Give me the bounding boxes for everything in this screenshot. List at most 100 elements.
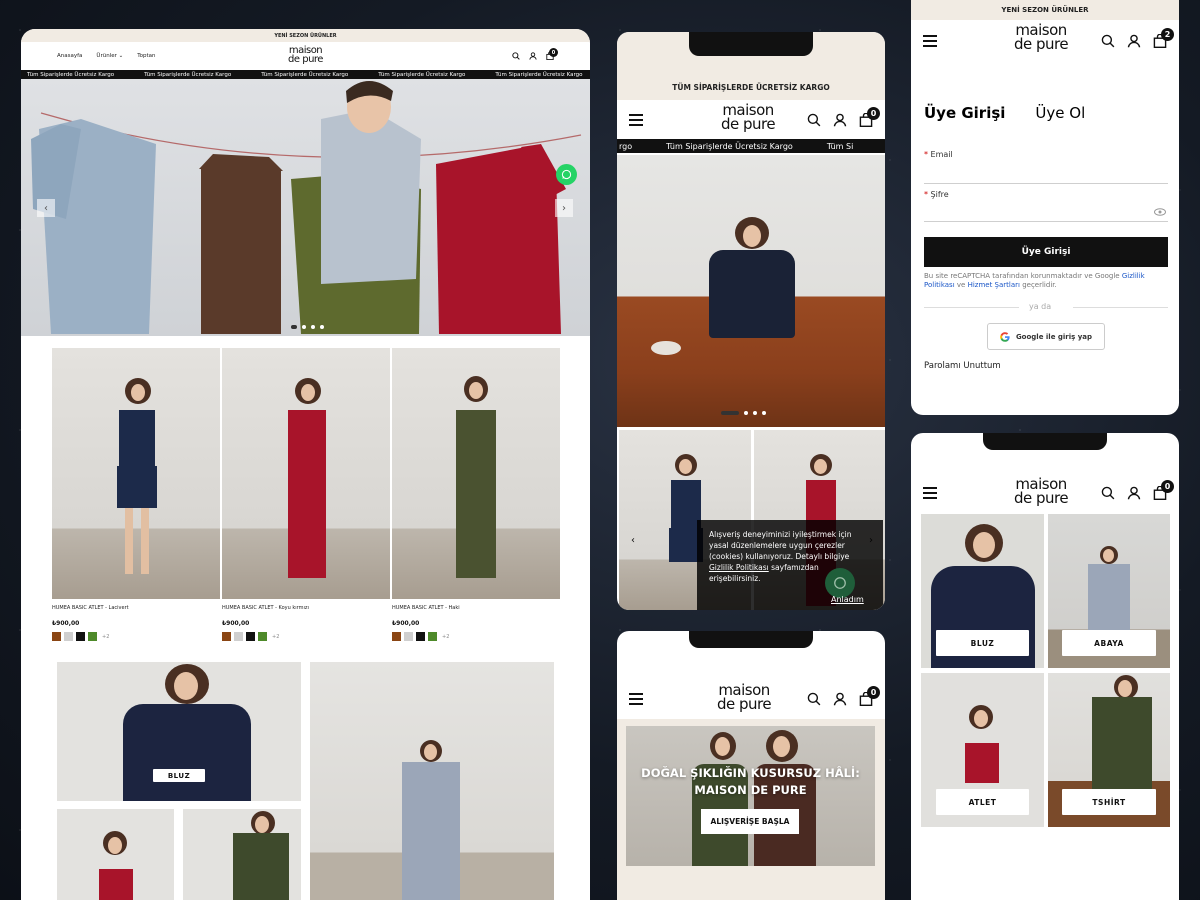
- email-field[interactable]: [924, 183, 1168, 184]
- phone-notch: [983, 433, 1107, 450]
- hamburger-icon[interactable]: [923, 487, 937, 499]
- slider-dot[interactable]: [291, 325, 297, 329]
- category-tile-tshirt[interactable]: TSHİRT: [1048, 673, 1170, 827]
- product-image[interactable]: [222, 348, 390, 599]
- model-top: [456, 410, 496, 476]
- marquee-text: Tüm Siparişlerde Ücretsiz Kargo: [27, 71, 115, 78]
- category-tile-atlet[interactable]: ATLET: [921, 673, 1044, 827]
- product-image[interactable]: [52, 348, 220, 599]
- product-name[interactable]: HUMEA BASIC ATLET - Koyu kırmızı: [222, 605, 309, 611]
- product-name[interactable]: HUMEA BASIC ATLET - Haki: [392, 605, 460, 611]
- hero-image[interactable]: [617, 155, 885, 427]
- slider-dot[interactable]: [721, 411, 739, 415]
- brand-logo[interactable]: maison de pure: [288, 46, 323, 65]
- swatch-black[interactable]: [246, 632, 255, 641]
- swatch-grey[interactable]: [234, 632, 243, 641]
- category-tile-abaya[interactable]: [310, 662, 554, 900]
- swatch-brown[interactable]: [52, 632, 61, 641]
- more-swatches-count: +2: [272, 633, 280, 640]
- search-icon[interactable]: [512, 52, 520, 60]
- marquee-text: Tüm Siparişlerde Ücretsiz Kargo: [144, 71, 232, 78]
- swatch-black[interactable]: [416, 632, 425, 641]
- category-tile-abaya[interactable]: ABAYA: [1048, 514, 1170, 668]
- swatch-green[interactable]: [258, 632, 267, 641]
- hero-slider[interactable]: ‹ ›: [21, 79, 590, 336]
- bag-icon[interactable]: 0: [1153, 480, 1174, 500]
- slider-prev-button[interactable]: ‹: [37, 199, 55, 217]
- menu-item-home[interactable]: Anasayfa: [57, 53, 82, 59]
- swatch-grey[interactable]: [64, 632, 73, 641]
- hamburger-icon[interactable]: [629, 693, 643, 705]
- hamburger-icon[interactable]: [923, 35, 937, 47]
- slider-dot[interactable]: [320, 325, 324, 329]
- search-icon[interactable]: [807, 692, 821, 706]
- password-field[interactable]: [924, 221, 1168, 222]
- whatsapp-button[interactable]: [556, 164, 577, 185]
- swatch-black[interactable]: [76, 632, 85, 641]
- logo-line-2: de pure: [721, 114, 776, 133]
- swatch-green[interactable]: [428, 632, 437, 641]
- main-menu: Anasayfa Ürünler ⌄ Toptan: [57, 53, 156, 59]
- bag-icon[interactable]: 0: [859, 686, 880, 706]
- model-top: [119, 410, 155, 470]
- shipping-marquee: rgo Tüm Siparişlerde Ücretsiz Kargo Tüm …: [617, 139, 885, 153]
- swatch-brown[interactable]: [222, 632, 231, 641]
- category-tile-atlet[interactable]: [57, 809, 174, 900]
- search-icon[interactable]: [1101, 486, 1115, 500]
- menu-item-products[interactable]: Ürünler ⌄: [96, 53, 123, 59]
- slider-next-button[interactable]: ›: [555, 199, 573, 217]
- mobile-banner-page: maison de pure 0 DOĞAL ŞIKLIĞIN KUSURSUZ…: [617, 631, 885, 900]
- swatch-green[interactable]: [88, 632, 97, 641]
- product-image[interactable]: [392, 348, 560, 599]
- shipping-marquee: Tüm Siparişlerde Ücretsiz Kargo Tüm Sipa…: [21, 70, 590, 79]
- bag-icon[interactable]: 0: [859, 106, 880, 127]
- product-name[interactable]: HUMEA BASIC ATLET - Lacivert: [52, 605, 129, 611]
- swatch-brown[interactable]: [392, 632, 401, 641]
- slider-dot[interactable]: [302, 325, 306, 329]
- category-tile-bluz[interactable]: BLUZ: [921, 514, 1044, 668]
- privacy-policy-link[interactable]: Gizlilik Politikası: [709, 563, 769, 572]
- google-login-button[interactable]: Google ile giriş yap: [987, 323, 1105, 350]
- logo-line-2: de pure: [1014, 34, 1069, 53]
- terms-link[interactable]: Hizmet Şartları: [968, 281, 1020, 289]
- bag-icon[interactable]: 0: [546, 48, 558, 60]
- eye-icon[interactable]: [1154, 208, 1166, 216]
- user-icon[interactable]: [529, 52, 537, 60]
- category-tile-tshirt[interactable]: [183, 809, 301, 900]
- carousel-prev-button[interactable]: ‹: [625, 532, 641, 548]
- email-label-text: Email: [930, 150, 953, 159]
- marquee-text: Tüm Si: [826, 141, 854, 151]
- user-icon[interactable]: [833, 113, 847, 127]
- shop-now-button[interactable]: ALIŞVERİŞE BAŞLA: [701, 809, 799, 834]
- marquee-text: rgo: [619, 141, 633, 151]
- slider-dot[interactable]: [744, 411, 748, 415]
- swatch-grey[interactable]: [404, 632, 413, 641]
- brand-logo[interactable]: maison de pure: [721, 103, 776, 133]
- category-tile-bluz[interactable]: BLUZ: [57, 662, 301, 801]
- slider-dot[interactable]: [311, 325, 315, 329]
- user-icon[interactable]: [1127, 34, 1141, 48]
- cookie-text: Alışveriş deneyiminizi iyileştirmek için…: [709, 530, 852, 561]
- user-icon[interactable]: [1127, 486, 1141, 500]
- hamburger-icon[interactable]: [629, 113, 643, 126]
- tab-register[interactable]: Üye Ol: [1035, 104, 1085, 122]
- model-face: [973, 532, 995, 558]
- desktop-homepage: YENİ SEZON ÜRÜNLER Anasayfa Ürünler ⌄ To…: [21, 29, 590, 900]
- marquee-text: Tüm Siparişlerde Ücretsiz Kargo: [666, 141, 793, 151]
- bag-icon[interactable]: 2: [1153, 28, 1174, 48]
- slider-dot[interactable]: [753, 411, 757, 415]
- brand-logo[interactable]: maison de pure: [717, 683, 772, 711]
- forgot-password-link[interactable]: Parolamı Unuttum: [924, 361, 1001, 371]
- search-icon[interactable]: [1101, 34, 1115, 48]
- login-submit-button[interactable]: Üye Girişi: [924, 237, 1168, 267]
- search-icon[interactable]: [807, 113, 821, 127]
- marquee-text: Tüm Siparişlerde Ücretsiz Kargo: [378, 71, 466, 78]
- cookie-accept-button[interactable]: Anladım: [831, 594, 864, 606]
- slider-dot[interactable]: [762, 411, 766, 415]
- brand-logo[interactable]: maison de pure: [1014, 23, 1069, 53]
- brand-logo[interactable]: maison de pure: [1014, 477, 1069, 505]
- user-icon[interactable]: [833, 692, 847, 706]
- menu-item-wholesale[interactable]: Toptan: [137, 53, 155, 59]
- marquee-text: Tüm Siparişlerde Ücretsiz Kargo: [495, 71, 583, 78]
- tab-login[interactable]: Üye Girişi: [924, 104, 1005, 122]
